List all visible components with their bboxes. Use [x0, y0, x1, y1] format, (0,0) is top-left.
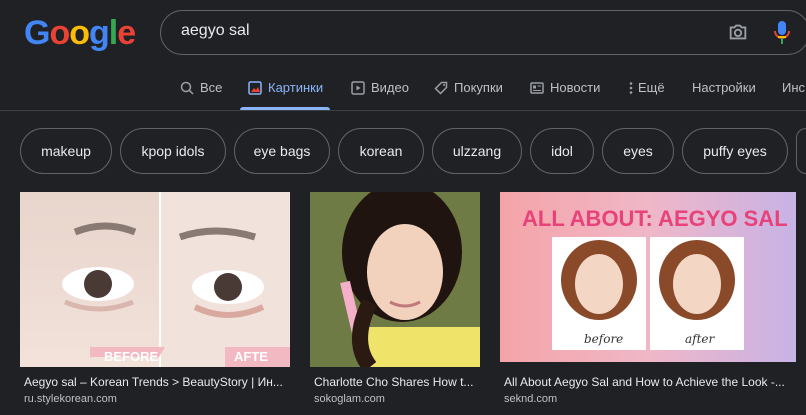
logo-letter: l: [108, 14, 119, 52]
overlay-title: ALL ABOUT: AEGYO SAL: [522, 206, 788, 231]
result-thumbnail[interactable]: BEFORE AFTE: [20, 192, 290, 367]
tab-label: Настройки: [692, 80, 756, 95]
more-vertical-icon: [629, 82, 633, 94]
google-logo[interactable]: Google: [24, 14, 136, 53]
tab-label: Инс: [782, 80, 806, 95]
news-icon: [530, 82, 544, 94]
header-divider: [0, 110, 806, 111]
chip-overflow[interactable]: [796, 128, 806, 174]
logo-letter: o: [69, 14, 90, 52]
image-icon: [248, 81, 262, 95]
tab-label: Ещё: [638, 80, 665, 95]
result-title[interactable]: Charlotte Cho Shares How t...: [314, 375, 480, 389]
related-chips: makeup kpop idols eye bags korean ulzzan…: [0, 128, 806, 176]
search-input[interactable]: aegyo sal: [181, 22, 250, 40]
image-result-2[interactable]: Charlotte Cho Shares How t... sokoglam.c…: [310, 192, 480, 407]
logo-letter: G: [24, 14, 50, 52]
result-source[interactable]: sokoglam.com: [314, 393, 385, 405]
result-title[interactable]: All About Aegyo Sal and How to Achieve t…: [504, 375, 796, 389]
tab-shopping[interactable]: Покупки: [434, 72, 503, 110]
logo-letter: o: [49, 14, 70, 52]
chip-idol[interactable]: idol: [530, 128, 594, 174]
image-result-3[interactable]: ALL ABOUT: AEGYO SAL before after All Ab…: [500, 192, 796, 407]
result-thumbnail[interactable]: ALL ABOUT: AEGYO SAL before after: [500, 192, 796, 362]
chip-makeup[interactable]: makeup: [20, 128, 112, 174]
microphone-icon[interactable]: [773, 20, 791, 46]
chip-eye-bags[interactable]: eye bags: [234, 128, 330, 174]
result-thumbnail[interactable]: [310, 192, 480, 367]
tab-label: Все: [200, 80, 223, 95]
video-icon: [351, 81, 365, 95]
chip-kpop-idols[interactable]: kpop idols: [120, 128, 226, 174]
overlay-after: AFTE: [234, 349, 268, 364]
tab-settings[interactable]: Настройки: [692, 72, 756, 110]
image-result-1[interactable]: BEFORE AFTE Aegyo sal – Korean Trends > …: [20, 192, 290, 407]
tab-label: Новости: [550, 80, 601, 95]
result-title[interactable]: Aegyo sal – Korean Trends > BeautyStory …: [24, 375, 286, 389]
search-tabs: Все Картинки Видео Покупки Новости Ещё Н…: [0, 72, 806, 110]
tab-label: Покупки: [454, 80, 503, 95]
chip-eyes[interactable]: eyes: [602, 128, 674, 174]
result-source[interactable]: seknd.com: [504, 393, 557, 405]
result-source[interactable]: ru.stylekorean.com: [24, 393, 117, 405]
tag-icon: [434, 81, 448, 95]
overlay-after-label: after: [685, 332, 716, 346]
tab-tools[interactable]: Инс: [782, 72, 805, 110]
tab-label: Картинки: [268, 80, 324, 95]
chip-korean[interactable]: korean: [338, 128, 424, 174]
tab-more[interactable]: Ещё: [628, 72, 665, 110]
tab-all[interactable]: Все: [180, 72, 222, 110]
search-box[interactable]: aegyo sal: [160, 10, 806, 55]
camera-icon[interactable]: [727, 21, 749, 43]
tab-label: Видео: [371, 80, 409, 95]
chip-puffy-eyes[interactable]: puffy eyes: [682, 128, 788, 174]
tab-video[interactable]: Видео: [351, 72, 409, 110]
chip-ulzzang[interactable]: ulzzang: [432, 128, 522, 174]
tab-images[interactable]: Картинки: [240, 72, 330, 110]
overlay-before-label: before: [584, 332, 623, 346]
tab-news[interactable]: Новости: [530, 72, 600, 110]
search-icon: [180, 81, 194, 95]
logo-letter: e: [117, 14, 136, 52]
logo-letter: g: [89, 14, 110, 52]
overlay-before: BEFORE: [104, 349, 159, 364]
